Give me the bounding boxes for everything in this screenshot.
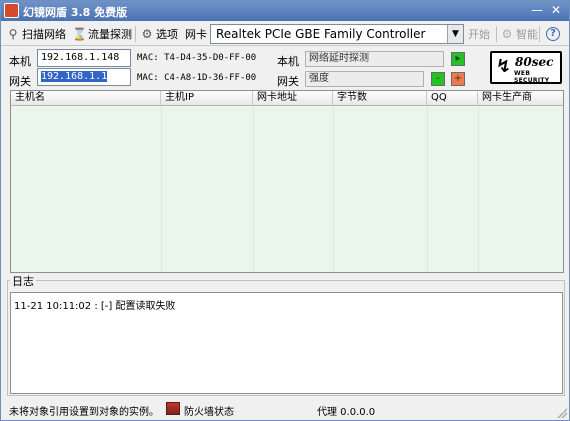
log-box[interactable]: 11-21 10:11:02 : [-] 配置读取失败 <box>10 292 563 394</box>
hourglass-icon: ⌛ <box>72 27 87 41</box>
status-message: 未将对象引用设置到对象的实例。 <box>9 407 159 418</box>
smart-label: 智能 <box>516 28 538 41</box>
local-ip-input[interactable]: 192.168.1.148 <box>37 49 131 67</box>
column-header-qq[interactable]: QQ <box>427 91 478 106</box>
column-header-bytes[interactable]: 字节数 <box>333 91 427 106</box>
close-button[interactable]: ✕ <box>548 3 564 18</box>
gear-icon: ⚙ <box>141 27 153 41</box>
gateway-ip-value: 192.168.1.1 <box>41 71 108 82</box>
status-bar: 未将对象引用设置到对象的实例。 防火墙状态 代理 0.0.0.0 <box>1 399 569 420</box>
column-header-mac[interactable]: 网卡地址 <box>253 91 333 106</box>
80sec-logo: ↯ 80sec WEB SECURITY <box>490 51 562 84</box>
help-icon: ? <box>546 27 560 41</box>
column-divider <box>333 106 334 272</box>
start-button[interactable]: 开始 <box>468 26 490 42</box>
latency-probe-field: 网络延时探测 <box>305 51 444 67</box>
plus-label: + <box>453 73 463 84</box>
probe-gateway-label: 网关 <box>277 75 299 88</box>
logo-subtext: WEB SECURITY <box>514 70 550 84</box>
gateway-label: 网关 <box>9 75 31 88</box>
column-header-ip[interactable]: 主机IP <box>161 91 253 106</box>
gear-icon: ⚙ <box>501 27 513 41</box>
logo-text: 80sec <box>515 55 554 69</box>
probe-local-label: 本机 <box>277 55 299 68</box>
column-divider <box>478 106 479 272</box>
column-divider <box>427 106 428 272</box>
nic-select-value: Realtek PCIe GBE Family Controller <box>216 27 426 41</box>
column-header-vendor[interactable]: 网卡生产商 <box>478 91 563 106</box>
start-label: 开始 <box>468 28 490 41</box>
log-title: 日志 <box>10 273 36 289</box>
options-button[interactable]: ⚙ 选项 <box>140 26 178 42</box>
gateway-ip-input[interactable]: 192.168.1.1 <box>37 68 131 86</box>
scan-network-label: 扫描网络 <box>22 28 66 41</box>
local-mac: MAC: T4-D4-35-D0-FF-00 <box>137 53 257 63</box>
strength-plus-button[interactable]: + <box>451 72 465 86</box>
minus-label: - <box>436 73 440 84</box>
strength-value: 强度 <box>309 73 329 84</box>
latency-probe-value: 网络延时探测 <box>309 53 369 64</box>
resize-grip[interactable] <box>557 408 567 418</box>
column-header-hostname[interactable]: 主机名 <box>11 91 161 106</box>
firewall-status[interactable]: 防火墙状态 <box>184 403 234 418</box>
options-label: 选项 <box>156 28 178 41</box>
minimize-button[interactable]: — <box>529 3 545 18</box>
window-title: 幻镜网盾 3.8 免费版 <box>23 6 128 19</box>
toolbar-divider <box>135 26 136 42</box>
logo-mark-icon: ↯ <box>496 56 512 77</box>
local-label: 本机 <box>9 55 31 68</box>
magnifier-icon: ⚲ <box>8 27 18 41</box>
local-ip-value: 192.168.1.148 <box>41 52 120 63</box>
gateway-mac: MAC: C4-A8-1D-36-FF-00 <box>137 73 257 83</box>
help-button[interactable]: ? <box>546 26 560 42</box>
firewall-icon <box>166 402 180 415</box>
strength-field: 强度 <box>305 71 424 87</box>
proxy-status: 代理 0.0.0.0 <box>317 407 376 418</box>
nic-label: 网卡 <box>185 26 207 42</box>
probe-go-button[interactable]: ▸ <box>451 52 465 66</box>
column-divider <box>253 106 254 272</box>
nic-label-text: 网卡 <box>185 28 207 41</box>
toolbar-divider <box>496 26 497 42</box>
log-line: 11-21 10:11:02 : [-] 配置读取失败 <box>14 301 176 312</box>
scan-network-button[interactable]: ⚲ 扫描网络 <box>6 26 66 42</box>
traffic-probe-label: 流量探测 <box>88 28 132 41</box>
host-table-header: 主机名 主机IP 网卡地址 字节数 QQ 网卡生产商 <box>11 91 563 106</box>
title-bar: 幻镜网盾 3.8 免费版 — ✕ <box>1 1 569 21</box>
app-shield-icon <box>4 3 19 18</box>
host-table[interactable]: 主机名 主机IP 网卡地址 字节数 QQ 网卡生产商 <box>10 90 564 273</box>
nic-select[interactable]: Realtek PCIe GBE Family Controller ▼ <box>210 24 464 44</box>
strength-minus-button[interactable]: - <box>431 72 445 86</box>
main-window: 幻镜网盾 3.8 免费版 — ✕ ⚲ 扫描网络 ⌛ 流量探测 ⚙ 选项 网卡 开… <box>0 0 570 421</box>
traffic-probe-button[interactable]: ⌛ 流量探测 <box>72 26 132 42</box>
column-divider <box>161 106 162 272</box>
toolbar-divider <box>539 26 540 42</box>
chevron-down-icon[interactable]: ▼ <box>447 25 463 43</box>
smart-button[interactable]: ⚙ 智能 <box>500 26 538 42</box>
